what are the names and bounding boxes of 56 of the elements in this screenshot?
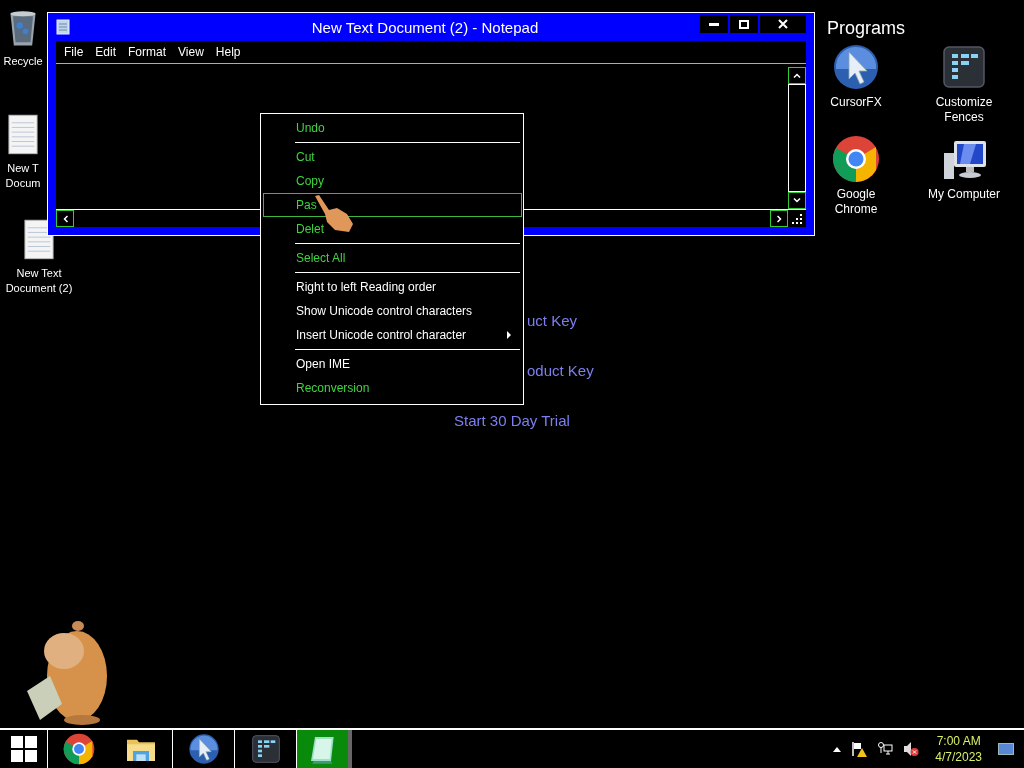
chevron-right-icon: [776, 214, 782, 223]
desktop-icon-label[interactable]: New Text Document (2): [5, 266, 73, 296]
context-menu-item[interactable]: Show Unicode control characters: [263, 299, 522, 323]
program-label[interactable]: Google Chrome: [834, 187, 878, 217]
desktop-icon-label[interactable]: New T Docum: [5, 161, 41, 191]
text-file-icon[interactable]: [24, 218, 54, 260]
fences-icon: [940, 43, 988, 91]
maximize-button[interactable]: [730, 15, 758, 33]
minimize-button[interactable]: [700, 15, 728, 33]
chrome-icon: [63, 733, 95, 765]
minimize-icon: [709, 22, 719, 26]
program-label[interactable]: My Computer: [928, 187, 1000, 202]
vertical-scrollbar[interactable]: [788, 64, 806, 209]
network-icon[interactable]: [877, 741, 894, 757]
chevron-down-icon: [793, 198, 801, 203]
cursor-globe-icon: [832, 43, 880, 91]
chrome-icon: [832, 135, 880, 183]
windows-logo-icon: [10, 736, 37, 762]
scroll-down-button[interactable]: [788, 192, 806, 209]
menu-item[interactable]: Help: [209, 45, 247, 59]
product-key-link[interactable]: uct Key: [527, 312, 578, 329]
clock[interactable]: 7:00 AM 4/7/2023: [935, 733, 982, 765]
close-button[interactable]: [760, 15, 806, 33]
menu-item[interactable]: Format: [122, 45, 173, 59]
context-menu-item[interactable]: Insert Unicode control character: [263, 323, 522, 347]
fences-icon: [249, 733, 282, 765]
clock-date: 4/7/2023: [935, 749, 982, 765]
maximize-icon: [739, 19, 749, 29]
context-menu-item[interactable]: Open IME: [263, 352, 522, 376]
flag-warning-icon[interactable]: [851, 741, 868, 757]
menu-item[interactable]: Edit: [89, 45, 123, 59]
window-title: New Text Document (2) - Notepad: [310, 18, 540, 36]
fence-title: Programs: [826, 18, 907, 39]
scroll-up-button[interactable]: [788, 67, 806, 84]
menu-item[interactable]: File: [58, 45, 90, 59]
chevron-up-icon: [793, 73, 801, 78]
speaker-muted-icon[interactable]: [903, 741, 920, 757]
menu-item[interactable]: View: [172, 45, 210, 59]
context-menu-item[interactable]: Right to left Reading order: [263, 275, 522, 299]
scroll-left-button[interactable]: [56, 210, 74, 227]
desktop-icon-label[interactable]: Recycle: [3, 54, 43, 69]
scroll-right-button[interactable]: [770, 210, 788, 227]
clock-time: 7:00 AM: [936, 733, 981, 749]
trial-link[interactable]: Start 30 Day Trial: [454, 412, 570, 429]
close-icon: [778, 19, 788, 29]
submenu-arrow-icon: [507, 331, 511, 339]
program-label[interactable]: Customize Fences: [935, 95, 993, 125]
program-label[interactable]: CursorFX: [830, 95, 882, 110]
resize-grip-icon[interactable]: [792, 213, 802, 224]
product-key-link[interactable]: oduct Key: [527, 362, 594, 379]
caret-up-icon[interactable]: [833, 746, 842, 752]
notepad-icon: [56, 19, 70, 35]
cursor-globe-icon: [187, 733, 220, 765]
text-file-icon[interactable]: [8, 113, 38, 155]
recycle-bin-icon[interactable]: [8, 8, 38, 48]
chevron-left-icon: [62, 214, 68, 223]
